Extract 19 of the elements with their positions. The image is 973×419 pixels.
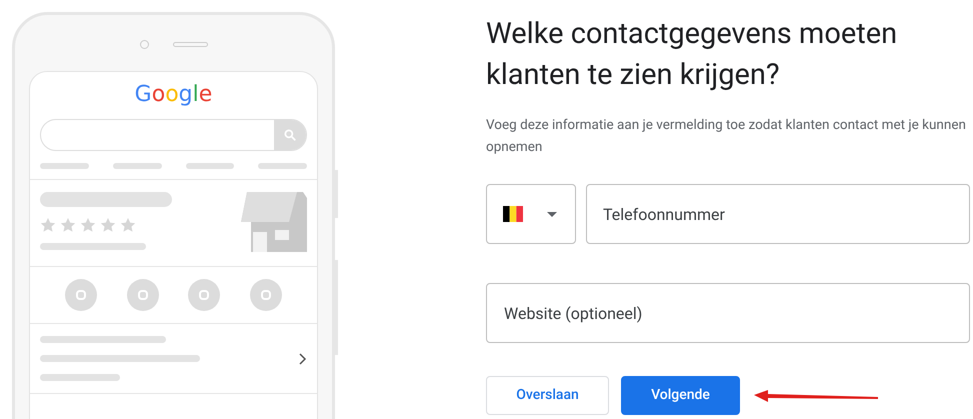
placeholder-bar [258, 163, 307, 169]
google-logo: Google [134, 81, 212, 109]
flag-icon [503, 206, 523, 222]
chevron-right-icon [299, 352, 307, 364]
country-select[interactable] [486, 184, 576, 244]
website-field[interactable]: Website (optioneel) [486, 283, 970, 343]
placeholder-bar [112, 163, 162, 169]
skip-button[interactable]: Overslaan [486, 376, 609, 415]
arrow-icon [754, 388, 879, 402]
placeholder-bar [186, 163, 234, 169]
form-title: Welke contactgegevens moeten klanten te zien krijgen? [486, 16, 898, 94]
camera-icon [140, 40, 148, 48]
speaker-icon [172, 42, 208, 46]
phone-field[interactable]: Telefoonnummer [586, 184, 970, 244]
form-description: Voeg deze informatie aan je vermelding toe zodat klanten contact met je kunnen opnemen [486, 116, 967, 157]
next-button[interactable]: Volgende [621, 376, 740, 415]
placeholder-bar [40, 163, 89, 169]
storefront-icon [241, 192, 307, 252]
caret-icon [547, 212, 557, 216]
